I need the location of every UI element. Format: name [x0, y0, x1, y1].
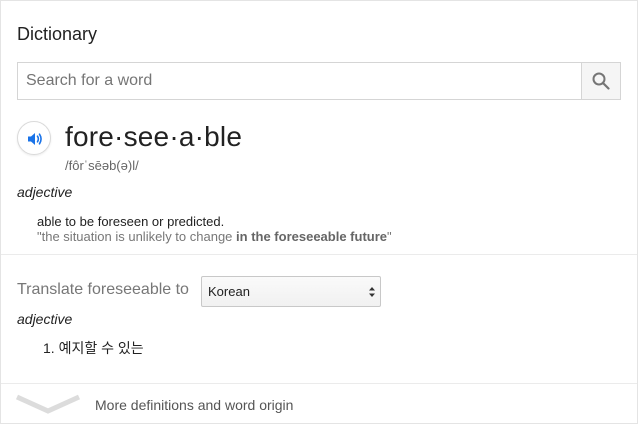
- language-select-value: Korean: [208, 284, 250, 299]
- translation-item: 1. 예지할 수 있는: [43, 340, 144, 356]
- card-title: Dictionary: [17, 24, 98, 44]
- search-input[interactable]: [18, 63, 598, 99]
- example-highlight: in the foreseeable future: [236, 229, 388, 244]
- example-close-quote: ": [387, 229, 392, 244]
- definition-text: able to be foreseen or predicted.: [37, 214, 225, 229]
- select-arrows-icon: [368, 285, 376, 304]
- more-definitions-link[interactable]: More definitions and word origin: [95, 397, 293, 413]
- expand-chevron-button[interactable]: [15, 391, 81, 417]
- headword: fore·see·a·ble: [65, 121, 243, 152]
- search-button[interactable]: [581, 63, 620, 99]
- search-box: [17, 62, 621, 100]
- translate-label: Translate foreseeable to: [17, 281, 189, 298]
- translation-part-of-speech: adjective: [17, 311, 73, 327]
- part-of-speech: adjective: [17, 184, 73, 200]
- dictionary-card: Dictionary fore·see·a·ble /fôrˈsēəb(ə)l/…: [0, 0, 638, 424]
- usage-example: " the situation is unlikely to change in …: [37, 229, 392, 244]
- pronunciation-audio-button[interactable]: [17, 121, 51, 155]
- footer-divider: [1, 383, 637, 384]
- phonetic-spelling: /fôrˈsēəb(ə)l/: [65, 158, 139, 173]
- chevron-down-icon: [15, 394, 81, 421]
- example-text: the situation is unlikely to change: [41, 229, 237, 244]
- language-select[interactable]: Korean: [201, 276, 381, 307]
- section-divider: [1, 254, 637, 255]
